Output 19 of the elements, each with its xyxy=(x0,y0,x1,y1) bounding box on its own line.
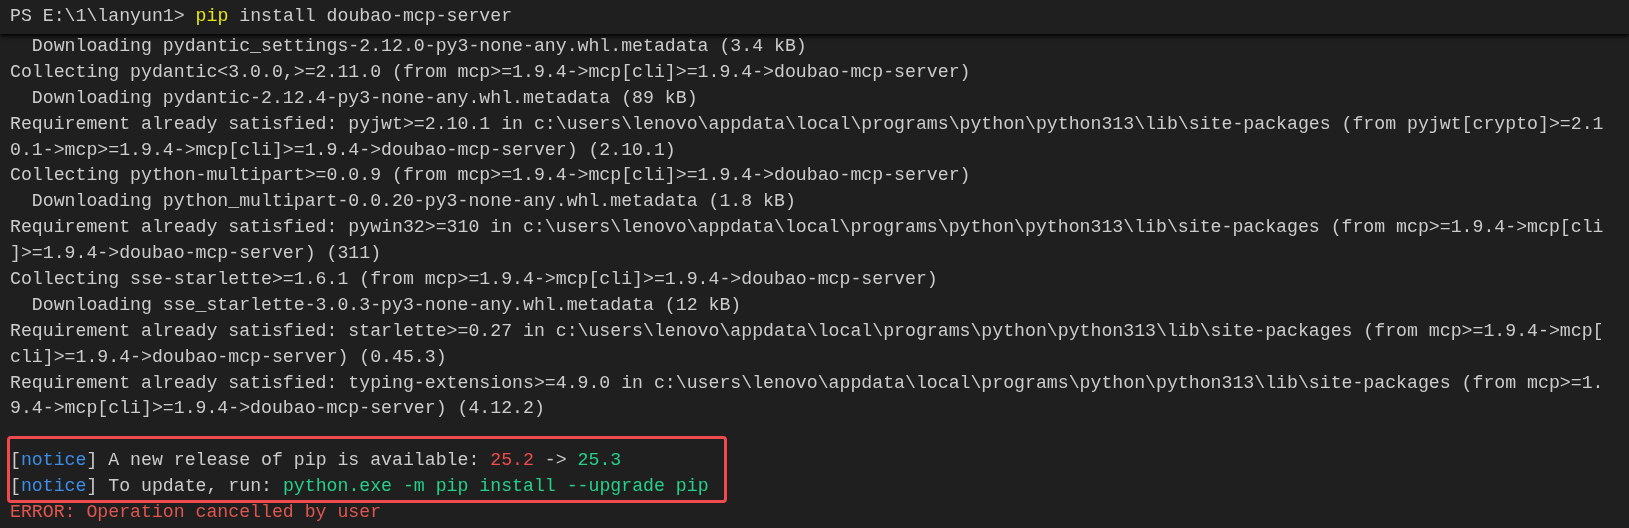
output-line: Requirement already satisfied: starlette>=0.27 in c:\users\lenovo\appdata\local\programs\python\python313\lib\site-packages (from mcp>=1.9.4->mcp[ xyxy=(10,319,1604,343)
command-prompt: PS E:\1\lanyun1> pip install doubao-mcp-server xyxy=(10,5,513,29)
output-line: Downloading pydantic-2.12.4-py3-none-any.whl.metadata (89 kB) xyxy=(30,86,698,110)
notice-line: [notice] To update, run: python.exe -m pip install --upgrade pip xyxy=(10,475,709,499)
output-line: Requirement already satisfied: pyjwt>=2.10.1 in c:\users\lenovo\appdata\local\programs\python\python313\lib\site-packages (from pyjwt[crypto]>=2.1 xyxy=(10,112,1604,136)
output-line: cli]>=1.9.4->doubao-mcp-server) (0.45.3) xyxy=(10,345,447,369)
output-line: Collecting sse-starlette>=1.6.1 (from mcp>=1.9.4->mcp[cli]>=1.9.4->doubao-mcp-server) xyxy=(10,268,938,291)
output-line: Collecting pydantic<3.0.0,>=2.11.0 (from mcp>=1.9.4->mcp[cli]>=1.9.4->doubao-mcp-server) xyxy=(10,60,971,84)
output-line: 9.4->mcp[cli]>=1.9.4->doubao-mcp-server) (4.12.2) xyxy=(10,397,545,421)
error-message: ERROR: Operation cancelled by user xyxy=(10,501,382,525)
output-line: Collecting python-multipart>=0.0.9 (from mcp>=1.9.4->mcp[cli]>=1.9.4->doubao-mcp-server) xyxy=(10,164,971,188)
notice-line: [notice] A new release of pip is available: 25.2 -> 25.3 xyxy=(10,449,622,473)
output-line: Requirement already satisfied: typing-extensions>=4.9.0 in c:\users\lenovo\appdata\local\programs\python\python313\lib\site-packages (from mcp>=1. xyxy=(10,371,1604,395)
output-line: Requirement already satisfied: pywin32>=310 in c:\users\lenovo\appdata\local\programs\python\python313\lib\site-packages (from mcp>=1.9.4->mcp[cli xyxy=(10,216,1604,240)
output-line: Downloading sse_starlette-3.0.3-py3-none-any.whl.metadata (12 kB) xyxy=(30,293,742,317)
output-line: Downloading pydantic_settings-2.12.0-py3-none-any.whl.metadata (3.4 kB) xyxy=(30,35,807,58)
output-line: 0.1->mcp>=1.9.4->mcp[cli]>=1.9.4->doubao-mcp-server) (2.10.1) xyxy=(10,138,676,162)
output-line: Downloading python_multipart-0.0.20-py3-none-any.whl.metadata (1.8 kB) xyxy=(30,190,796,214)
output-line: ]>=1.9.4->doubao-mcp-server) (311) xyxy=(10,242,382,266)
